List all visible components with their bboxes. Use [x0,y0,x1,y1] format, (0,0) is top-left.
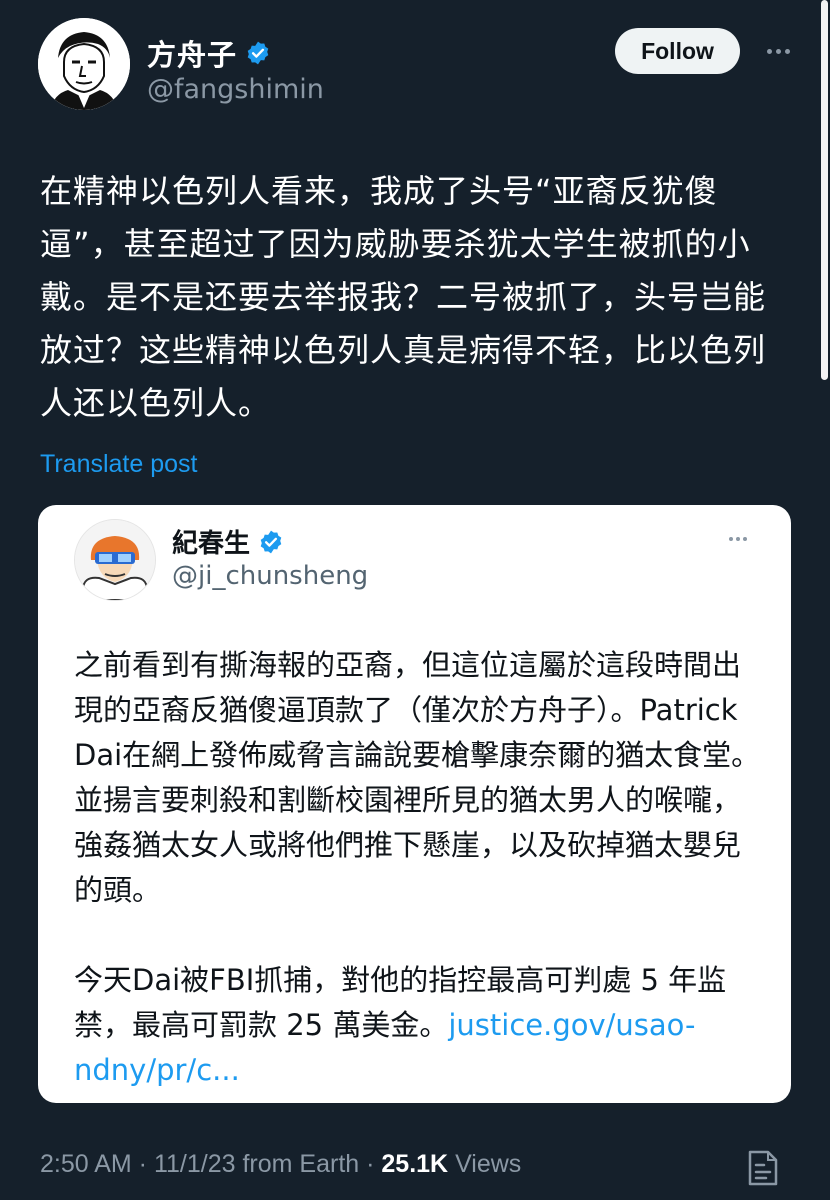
views-label: Views [455,1150,522,1178]
translate-post-link[interactable]: Translate post [40,450,197,479]
tweet-date[interactable]: 11/1/23 [154,1150,236,1178]
views-count: 25.1K [381,1150,449,1178]
tweet-metadata: 2:50 AM · 11/1/23 from Earth · 25.1K Vie… [40,1150,522,1178]
quote-author-handle[interactable]: @ji_chunsheng [172,561,368,591]
dot [775,48,781,54]
dot [784,48,790,54]
dot [743,537,747,541]
verified-badge-icon [247,41,269,65]
quote-display-name: 紀春生 [172,529,251,559]
more-options-icon[interactable] [758,34,798,68]
dot [729,537,733,541]
quote-author-avatar[interactable] [74,519,156,601]
dot [766,48,772,54]
quote-paragraph-2: 今天Dai被FBI抓捕，對他的指控最高可判處 5 年监禁，最高可罰款 25 萬美… [74,958,764,1093]
quote-avatar-image [75,520,155,600]
author-handle[interactable]: @fangshimin [147,74,324,105]
tweet-text: 在精神以色列人看来，我成了头号“亚裔反犹傻逼”，甚至超过了因为威胁要杀犹太学生被… [40,172,767,422]
author-avatar-image [38,18,130,110]
dot [736,537,740,541]
quote-paragraph-1: 之前看到有撕海報的亞裔，但這位這屬於這段時間出現的亞裔反猶傻逼頂款了（僅次於方舟… [74,648,761,907]
quote-more-options-icon[interactable] [718,525,758,553]
quote-text: 之前看到有撕海報的亞裔，但這位這屬於這段時間出現的亞裔反猶傻逼頂款了（僅次於方舟… [74,643,764,1093]
quote-author-name[interactable]: 紀春生 [172,523,284,560]
tweet-time[interactable]: 2:50 AM [40,1150,132,1178]
follow-button[interactable]: Follow [615,28,740,74]
quoted-tweet-card[interactable]: 紀春生 @ji_chunsheng 之前看到有撕海報的亞裔，但這位這屬於這段時間… [38,505,791,1103]
scrollbar[interactable] [821,0,828,380]
author-display-name: 方舟子 [147,38,238,72]
author-avatar[interactable] [38,18,130,110]
analytics-icon[interactable] [744,1148,780,1188]
tweet-source: from Earth [242,1150,360,1178]
verified-badge-icon [260,530,282,553]
author-name[interactable]: 方舟子 [147,32,271,74]
